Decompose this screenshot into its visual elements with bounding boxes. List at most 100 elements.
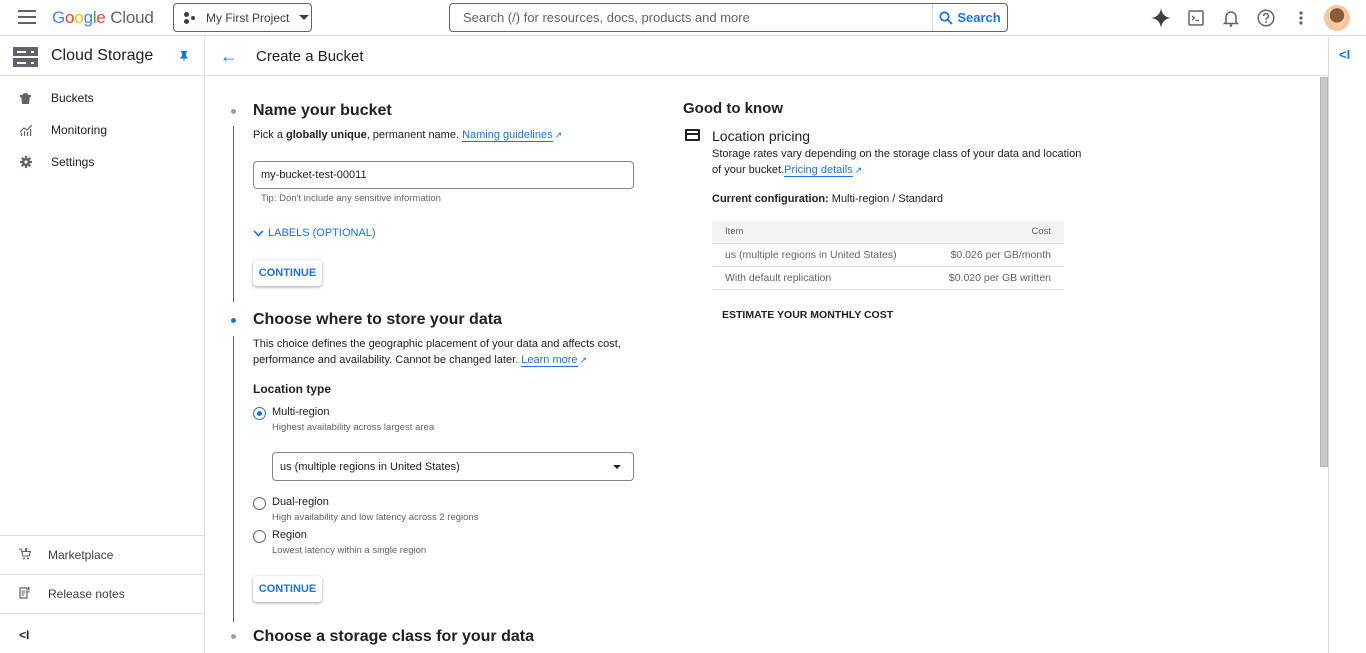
sidebar-item-buckets[interactable]: Buckets	[0, 84, 204, 112]
step-title-name-bucket: Name your bucket	[253, 102, 392, 119]
notifications-button[interactable]	[1213, 0, 1248, 36]
right-rail: <I	[1328, 37, 1366, 653]
page-title: Create a Bucket	[256, 48, 364, 65]
desc-bold: globally unique	[286, 129, 367, 141]
sidebar: Cloud Storage Buckets Monitoring Setting…	[0, 37, 205, 653]
step-title-storage-class: Choose a storage class for your data	[253, 628, 534, 645]
avatar[interactable]	[1324, 5, 1350, 31]
sidebar-item-monitoring[interactable]: Monitoring	[0, 116, 204, 144]
config-label: Current configuration:	[712, 193, 829, 205]
bucket-icon	[19, 92, 32, 105]
logo-letter: o	[74, 8, 84, 27]
option-description: Highest availability across largest area	[272, 422, 435, 433]
dropdown-arrow-icon	[613, 465, 621, 469]
step-description: This choice defines the geographic place…	[253, 336, 621, 368]
cloud-shell-button[interactable]	[1178, 0, 1213, 36]
radio-region[interactable]	[253, 530, 266, 543]
table-cell: With default replication	[712, 265, 920, 290]
chevron-down-icon	[253, 229, 264, 237]
step-description: Pick a globally unique, permanent name. …	[253, 127, 562, 143]
monitoring-icon	[19, 124, 32, 137]
google-cloud-logo[interactable]: Google Cloud	[52, 8, 154, 28]
config-value: Multi-region / Standard	[828, 193, 944, 205]
desc-text: Pick a	[253, 129, 287, 141]
location-type-label: Location type	[253, 382, 332, 396]
pricing-table: Item Cost us (multiple regions in United…	[712, 221, 1064, 290]
external-link-icon: ↗	[579, 355, 588, 365]
top-actions	[1143, 0, 1366, 36]
pin-icon[interactable]	[180, 51, 188, 61]
naming-guidelines-link[interactable]: Naming guidelines	[462, 129, 553, 142]
step-indicator-active	[231, 318, 236, 323]
table-row: us (multiple regions in United States) $…	[712, 242, 1064, 266]
back-arrow-icon[interactable]: ←	[220, 46, 238, 67]
sidebar-item-label: Monitoring	[51, 123, 108, 137]
step-indicator	[231, 109, 236, 114]
bucket-name-input[interactable]	[253, 161, 634, 189]
continue-button-step2[interactable]: CONTINUE	[253, 576, 322, 602]
location-pricing-title: Location pricing	[712, 128, 811, 144]
learn-more-link[interactable]: Learn more	[521, 354, 578, 367]
external-link-icon: ↗	[554, 130, 563, 140]
desc-text: , permanent name.	[366, 129, 463, 141]
page-header: ← Create a Bucket	[206, 37, 1328, 76]
option-label: Dual-region	[272, 496, 329, 508]
marketplace-icon	[19, 547, 32, 563]
search-button-label: Search	[957, 10, 1001, 25]
sidebar-item-label: Buckets	[51, 91, 94, 105]
option-description: High availability and low latency across…	[272, 512, 479, 523]
sidebar-item-marketplace[interactable]: Marketplace	[0, 535, 204, 574]
logo-letter: g	[83, 8, 93, 27]
search-input[interactable]	[450, 4, 932, 31]
table-header-row: Item Cost	[712, 221, 1064, 243]
cloud-shell-icon	[1187, 10, 1204, 26]
external-link-icon: ↗	[854, 165, 863, 175]
search-bar: Search	[449, 3, 1008, 32]
good-to-know-title: Good to know	[683, 100, 783, 117]
help-button[interactable]	[1248, 0, 1283, 36]
project-picker[interactable]: My First Project	[173, 3, 312, 32]
scrollbar[interactable]	[1320, 77, 1328, 467]
divider	[0, 613, 204, 614]
sidebar-item-label: Settings	[51, 155, 95, 169]
column-header: Cost	[919, 221, 1064, 243]
labels-optional-toggle[interactable]: LABELS (OPTIONAL)	[253, 227, 376, 239]
pricing-details-link[interactable]: Pricing details	[784, 164, 853, 177]
step-line	[233, 336, 234, 622]
option-label: Region	[272, 529, 307, 541]
table-cell: $0.020 per GB written	[919, 265, 1064, 290]
sidebar-title: Cloud Storage	[51, 47, 154, 64]
radio-multi-region[interactable]	[253, 407, 266, 420]
table-row: With default replication $0.020 per GB w…	[712, 265, 1064, 290]
sidebar-item-release-notes[interactable]: Release notes	[0, 574, 204, 613]
more-options-button[interactable]	[1283, 0, 1318, 36]
step-title-location: Choose where to store your data	[253, 311, 502, 328]
cloud-storage-icon	[13, 47, 38, 67]
continue-button-step1[interactable]: CONTINUE	[253, 260, 322, 286]
settings-icon	[19, 156, 32, 169]
option-description: Lowest latency within a single region	[272, 545, 427, 556]
gemini-button[interactable]	[1143, 0, 1178, 36]
release-notes-icon	[19, 586, 31, 602]
logo-letter: o	[65, 8, 75, 27]
radio-dual-region[interactable]	[253, 497, 266, 510]
desc-text: Storage rates vary depending on the stor…	[712, 148, 1082, 160]
main-menu-button[interactable]	[18, 10, 36, 24]
sidebar-item-settings[interactable]: Settings	[0, 148, 204, 176]
logo-letter: G	[52, 8, 66, 27]
help-icon	[1256, 9, 1275, 27]
project-icon	[184, 11, 198, 24]
desc-text: of your bucket.	[712, 164, 785, 176]
sidebar-header: Cloud Storage	[0, 37, 204, 76]
expand-panel-button[interactable]: <I	[1339, 47, 1350, 62]
multi-region-select[interactable]: us (multiple regions in United States)	[272, 452, 634, 481]
collapse-sidebar-button[interactable]: <I	[19, 628, 29, 642]
project-name: My First Project	[206, 10, 290, 25]
top-bar: Google Cloud My First Project Search	[0, 0, 1366, 36]
option-label: Multi-region	[272, 406, 330, 418]
estimate-monthly-cost-button[interactable]: ESTIMATE YOUR MONTHLY COST	[722, 309, 893, 321]
search-button[interactable]: Search	[932, 4, 1007, 31]
input-tip: Tip: Don't include any sensitive informa…	[261, 193, 441, 204]
sidebar-item-label: Marketplace	[48, 548, 114, 562]
step-line	[233, 126, 234, 302]
